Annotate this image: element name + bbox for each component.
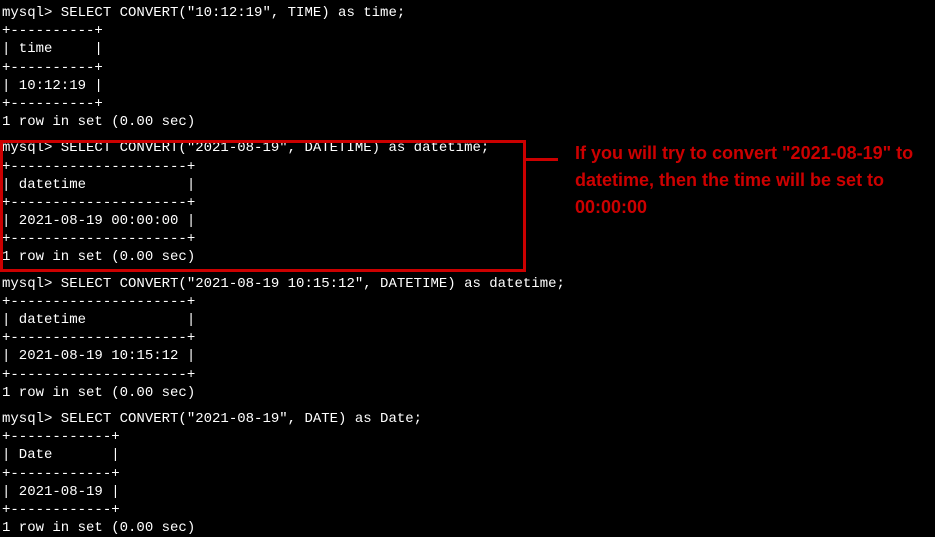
sql-query-line: mysql> SELECT CONVERT("2021-08-19", DATE… <box>0 410 935 428</box>
table-separator: +------------+ <box>0 465 935 483</box>
table-row: | 10:12:19 | <box>0 77 935 95</box>
terminal-output: mysql> SELECT CONVERT("10:12:19", TIME) … <box>0 4 935 537</box>
table-separator: +----------+ <box>0 22 935 40</box>
table-row: | 2021-08-19 10:15:12 | <box>0 347 935 365</box>
table-separator: +---------------------+ <box>0 329 935 347</box>
table-separator: +---------------------+ <box>0 366 935 384</box>
result-summary: 1 row in set (0.00 sec) <box>0 248 935 266</box>
table-separator: +---------------------+ <box>0 230 935 248</box>
sql-query-line: mysql> SELECT CONVERT("10:12:19", TIME) … <box>0 4 935 22</box>
result-summary: 1 row in set (0.00 sec) <box>0 113 935 131</box>
table-separator: +----------+ <box>0 95 935 113</box>
table-row: | 2021-08-19 | <box>0 483 935 501</box>
result-summary: 1 row in set (0.00 sec) <box>0 384 935 402</box>
table-separator: +------------+ <box>0 428 935 446</box>
result-summary: 1 row in set (0.00 sec) <box>0 519 935 537</box>
table-header: | time | <box>0 40 935 58</box>
table-separator: +---------------------+ <box>0 293 935 311</box>
table-separator: +------------+ <box>0 501 935 519</box>
sql-query-line: mysql> SELECT CONVERT("2021-08-19 10:15:… <box>0 275 935 293</box>
annotation-text: If you will try to convert "2021-08-19" … <box>575 140 915 221</box>
table-header: | datetime | <box>0 311 935 329</box>
table-header: | Date | <box>0 446 935 464</box>
table-separator: +----------+ <box>0 59 935 77</box>
annotation-connector <box>526 158 558 161</box>
